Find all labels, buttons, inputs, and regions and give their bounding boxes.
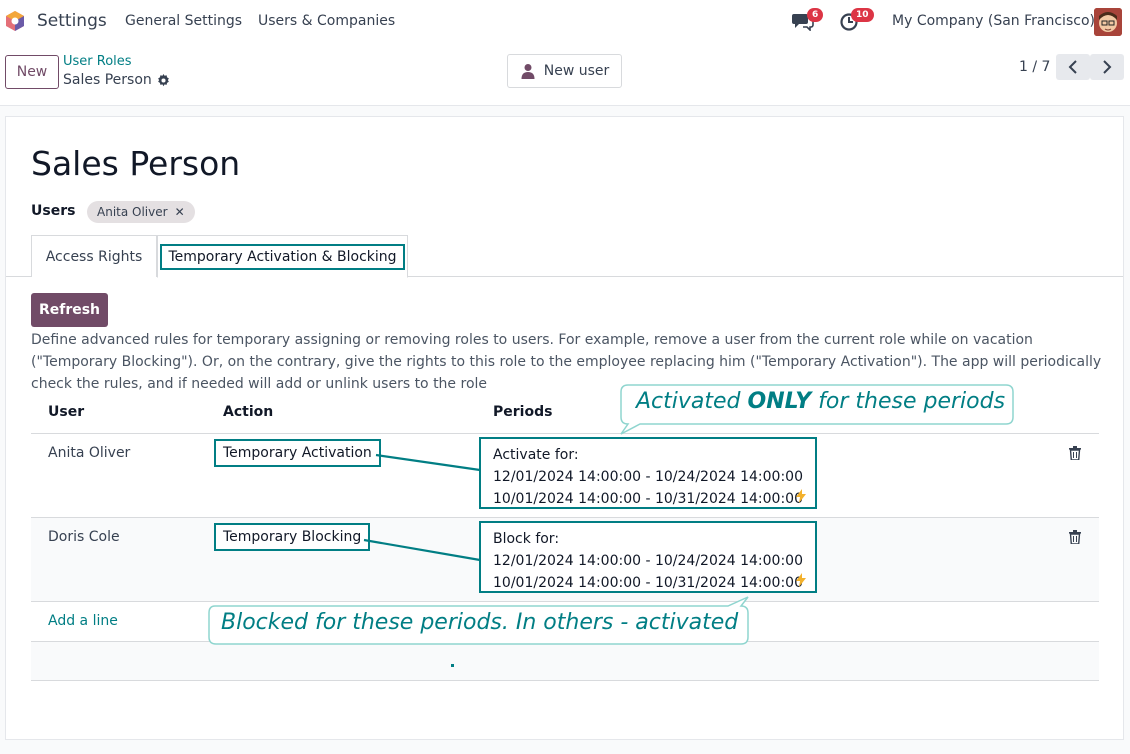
activities-badge: 10	[851, 8, 874, 22]
new-user-label: New user	[543, 63, 610, 79]
tab-temporary-label: Temporary Activation & Blocking	[160, 243, 405, 270]
company-switcher[interactable]: My Company (San Francisco)	[892, 13, 1095, 29]
menu-general-settings[interactable]: General Settings	[125, 13, 242, 29]
pager-next-button[interactable]	[1090, 54, 1124, 80]
callout-activated-bold: ONLY	[747, 389, 812, 414]
pager-value[interactable]: 1 / 7	[1019, 59, 1050, 75]
user-tag-label: Anita Oliver	[97, 205, 168, 219]
settings-app-logo-icon[interactable]	[5, 10, 25, 32]
table-row[interactable]: Anita Oliver Temporary Activation Activa…	[31, 433, 1099, 517]
top-navbar: Settings General Settings Users & Compan…	[0, 0, 1130, 42]
callout-activated-text: Activated ONLY for these periods	[636, 389, 1005, 414]
trash-icon[interactable]	[1069, 530, 1081, 544]
new-button[interactable]: New	[5, 55, 59, 89]
tab-temporary-activation-blocking[interactable]: Temporary Activation & Blocking	[157, 235, 408, 278]
row-action[interactable]: Temporary Blocking	[214, 523, 371, 551]
chevron-right-icon	[1103, 60, 1112, 74]
user-tag: Anita Oliver ✕	[87, 201, 195, 223]
column-header-periods[interactable]: Periods	[493, 404, 552, 420]
users-field-label: Users	[31, 203, 76, 219]
dot-mark	[451, 664, 454, 667]
tab-description: Define advanced rules for temporary assi…	[31, 332, 1102, 392]
add-line-link[interactable]: Add a line	[48, 613, 118, 629]
period-line: 10/01/2024 14:00:00 - 10/31/2024 14:00:0…	[493, 575, 803, 591]
user-icon	[521, 64, 535, 79]
empty-row	[31, 641, 1099, 681]
periods-title: Block for:	[493, 531, 560, 547]
row-user[interactable]: Anita Oliver	[48, 445, 130, 461]
notebook-tabs: Access Rights Temporary Activation & Blo…	[6, 235, 1123, 278]
menu-users-companies[interactable]: Users & Companies	[258, 13, 395, 29]
row-periods[interactable]: Activate for: 12/01/2024 14:00:00 - 10/2…	[479, 437, 817, 509]
app-name[interactable]: Settings	[37, 11, 107, 31]
lightning-icon	[796, 489, 806, 503]
row-action[interactable]: Temporary Activation	[214, 439, 381, 467]
refresh-button[interactable]: Refresh	[31, 293, 108, 327]
messages-badge: 6	[807, 8, 824, 22]
breadcrumb-current-label: Sales Person	[63, 72, 152, 88]
control-panel: New User Roles Sales Person New user 1 /…	[0, 42, 1130, 106]
tab-access-rights[interactable]: Access Rights	[31, 235, 157, 277]
breadcrumb-user-roles[interactable]: User Roles	[63, 54, 132, 69]
column-header-user[interactable]: User	[48, 404, 84, 420]
new-user-button[interactable]: New user	[507, 54, 622, 88]
callout-activated-pre: Activated	[636, 389, 748, 414]
table-row[interactable]: Doris Cole Temporary Blocking Block for:…	[31, 517, 1099, 601]
period-line: 12/01/2024 14:00:00 - 10/24/2024 14:00:0…	[493, 469, 803, 485]
periods-title: Activate for:	[493, 447, 579, 463]
remove-tag-icon[interactable]: ✕	[175, 205, 185, 219]
trash-icon[interactable]	[1069, 446, 1081, 460]
period-line: 12/01/2024 14:00:00 - 10/24/2024 14:00:0…	[493, 553, 803, 569]
callout-blocked-text: Blocked for these periods. In others - a…	[221, 610, 739, 635]
record-title[interactable]: Sales Person	[31, 144, 240, 183]
period-line: 10/01/2024 14:00:00 - 10/31/2024 14:00:0…	[493, 491, 803, 507]
chevron-left-icon	[1068, 60, 1077, 74]
column-header-action[interactable]: Action	[223, 404, 273, 420]
avatar-face-icon	[1094, 8, 1122, 36]
breadcrumb-current: Sales Person	[63, 72, 170, 88]
row-user[interactable]: Doris Cole	[48, 529, 120, 545]
gear-icon[interactable]	[157, 73, 170, 87]
form-sheet: Sales Person Users Anita Oliver ✕ Access…	[5, 116, 1124, 740]
row-periods[interactable]: Block for: 12/01/2024 14:00:00 - 10/24/2…	[479, 521, 817, 593]
pager-previous-button[interactable]	[1056, 54, 1090, 80]
callout-activated-post: for these periods	[811, 389, 1006, 414]
user-avatar[interactable]	[1094, 8, 1122, 36]
lightning-icon	[796, 573, 806, 587]
